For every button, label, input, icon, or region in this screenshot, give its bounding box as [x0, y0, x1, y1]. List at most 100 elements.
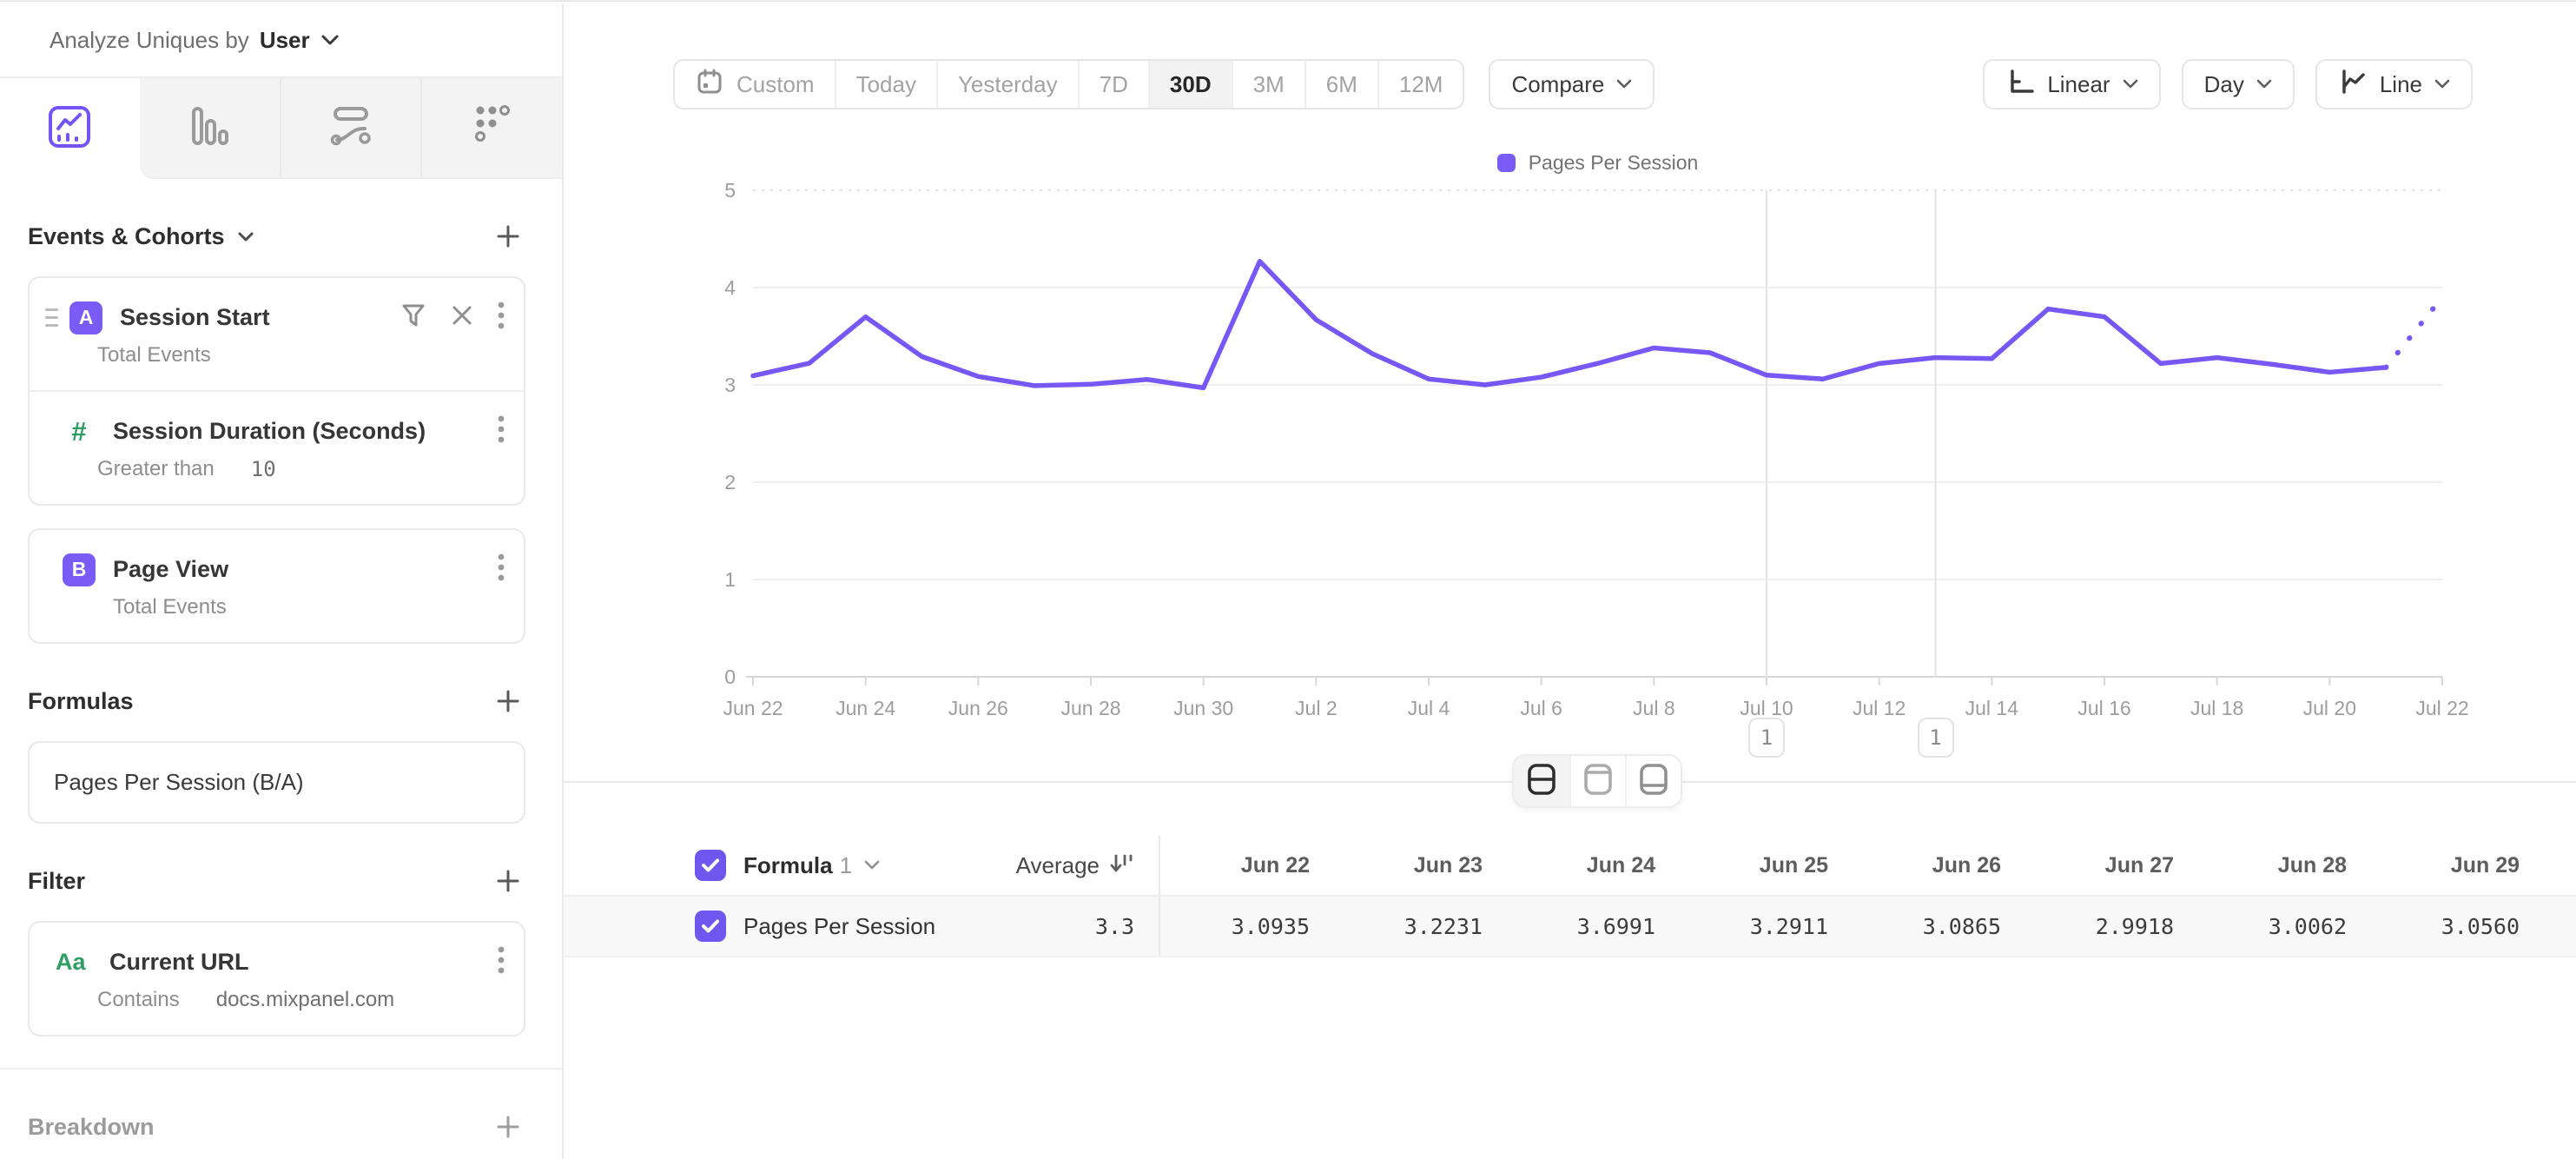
table-only-view-icon: [1635, 760, 1673, 803]
property-condition[interactable]: Greater than 10: [30, 448, 524, 504]
numeric-property-icon: #: [63, 416, 96, 447]
kebab-menu-icon[interactable]: [498, 414, 505, 448]
value-cell: 2.9918: [2001, 914, 2174, 939]
chevron-down-icon[interactable]: [320, 34, 340, 46]
svg-text:1: 1: [724, 568, 736, 591]
chart-only-view-button[interactable]: [1569, 756, 1625, 806]
svg-text:Jul 6: Jul 6: [1520, 697, 1562, 719]
annotation-chip[interactable]: 1: [1918, 718, 1954, 758]
insights-report: Analyze Uniques by User: [0, 0, 2576, 1159]
event-title[interactable]: Session Start: [120, 304, 390, 331]
events-section-header: Events & Cohorts: [28, 219, 525, 254]
value-cell: 3.6991: [1483, 914, 1655, 939]
breakdown-section-title: Breakdown: [28, 1114, 155, 1141]
column-header[interactable]: Jun 27: [2001, 853, 2174, 878]
analyze-row: Analyze Uniques by User: [0, 3, 562, 78]
add-formula-button[interactable]: [491, 684, 525, 719]
svg-text:Jun 24: Jun 24: [836, 697, 895, 719]
event-title[interactable]: Page View: [113, 556, 487, 583]
add-event-button[interactable]: [491, 219, 525, 254]
svg-text:Jun 30: Jun 30: [1173, 697, 1233, 719]
svg-text:Jul 16: Jul 16: [2077, 697, 2130, 719]
svg-text:Jul 14: Jul 14: [1965, 697, 2019, 719]
table-only-view-button[interactable]: [1625, 756, 1681, 806]
column-header[interactable]: Jun 22: [1160, 853, 1310, 878]
row-checkbox[interactable]: [695, 911, 726, 942]
property-row[interactable]: # Session Duration (Seconds): [30, 392, 524, 448]
annotation-chip[interactable]: 1: [1748, 718, 1785, 758]
event-actions: [498, 553, 505, 586]
table-header-left: Formula 1 Average: [564, 836, 1160, 895]
visualization-tabs: [0, 78, 562, 179]
row-average: 3.3: [1095, 914, 1134, 939]
event-aggregation[interactable]: Total Events: [30, 334, 524, 390]
svg-text:3: 3: [724, 374, 736, 396]
column-header[interactable]: Jun 26: [1828, 853, 2001, 878]
svg-text:Jun 28: Jun 28: [1060, 697, 1120, 719]
filter-row[interactable]: Aa Current URL: [30, 923, 524, 979]
filter-property[interactable]: Current URL: [109, 949, 487, 976]
drag-handle-icon[interactable]: [45, 308, 63, 327]
view-toggle-group: [1512, 754, 1682, 808]
column-header[interactable]: Jun 29: [2347, 853, 2520, 878]
filter-value[interactable]: docs.mixpanel.com: [216, 988, 394, 1012]
event-row[interactable]: A Session Start: [30, 278, 524, 334]
retention-grid-tab-icon: [470, 102, 515, 155]
sort-descending-icon: [1108, 851, 1134, 881]
value-cell: 3.2911: [1655, 914, 1828, 939]
filter-condition[interactable]: Contains docs.mixpanel.com: [30, 979, 524, 1035]
property-title[interactable]: Session Duration (Seconds): [113, 418, 487, 445]
kebab-menu-icon[interactable]: [498, 945, 505, 979]
svg-text:2: 2: [724, 471, 736, 493]
close-icon[interactable]: [451, 304, 473, 331]
select-all-checkbox[interactable]: [695, 850, 726, 881]
line-chart-tab-icon: [47, 103, 92, 156]
add-filter-button[interactable]: [491, 864, 525, 898]
add-breakdown-button[interactable]: [491, 1109, 525, 1144]
table-row[interactable]: Pages Per Session3.33.09353.22313.69913.…: [564, 897, 2576, 957]
event-row[interactable]: B Page View: [30, 530, 524, 586]
svg-text:Jul 8: Jul 8: [1633, 697, 1675, 719]
property-value[interactable]: 10: [251, 457, 276, 481]
chevron-down-icon[interactable]: [864, 860, 880, 871]
events-section-title[interactable]: Events & Cohorts: [28, 223, 254, 250]
sidebar-divider: [0, 1068, 562, 1070]
kebab-menu-icon[interactable]: [498, 553, 505, 586]
formula-group-label[interactable]: Formula: [743, 852, 833, 879]
sidebar-body: Events & Cohorts A Session Start: [0, 219, 562, 1144]
svg-text:Jul 22: Jul 22: [2415, 697, 2468, 719]
svg-text:Jul 20: Jul 20: [2303, 697, 2356, 719]
split-view-button[interactable]: [1514, 756, 1569, 806]
svg-text:Jul 2: Jul 2: [1295, 697, 1338, 719]
bar-chart-tab-icon: [187, 102, 232, 155]
line-chart[interactable]: 012345Jun 22Jun 24Jun 26Jun 28Jun 30Jul …: [564, 3, 2576, 768]
column-header[interactable]: Jun 24: [1483, 853, 1655, 878]
svg-text:5: 5: [724, 179, 736, 202]
kebab-menu-icon[interactable]: [498, 301, 505, 334]
filter-section-header: Filter: [28, 864, 525, 898]
tab-flows[interactable]: [280, 78, 421, 179]
event-aggregation[interactable]: Total Events: [30, 586, 524, 642]
filter-actions: [498, 945, 505, 979]
event-card-page-view: B Page View Total Events: [28, 528, 525, 644]
flow-tab-icon: [327, 102, 375, 155]
split-view-icon: [1522, 760, 1561, 803]
event-card-session-start: A Session Start T: [28, 276, 525, 506]
tab-retention[interactable]: [420, 78, 562, 179]
tab-bar-chart[interactable]: [140, 78, 280, 179]
table-body: Pages Per Session3.33.09353.22313.69913.…: [564, 897, 2576, 957]
analyze-label: Analyze Uniques by: [50, 27, 249, 54]
value-cell: 3.2231: [1310, 914, 1483, 939]
svg-text:Jul 10: Jul 10: [1740, 697, 1793, 719]
svg-text:4: 4: [724, 276, 736, 299]
breakdown-section-header: Breakdown: [28, 1109, 525, 1144]
tab-insights[interactable]: [0, 78, 140, 179]
column-header[interactable]: Jun 23: [1310, 853, 1483, 878]
column-header[interactable]: Jun 28: [2174, 853, 2347, 878]
analyze-value-dropdown[interactable]: User: [260, 27, 310, 54]
filter-funnel-icon[interactable]: [400, 302, 426, 333]
column-header[interactable]: Jun 25: [1655, 853, 1828, 878]
average-header[interactable]: Average: [1016, 851, 1134, 881]
formulas-section-header: Formulas: [28, 684, 525, 719]
formula-card[interactable]: Pages Per Session (B/A): [28, 741, 525, 824]
